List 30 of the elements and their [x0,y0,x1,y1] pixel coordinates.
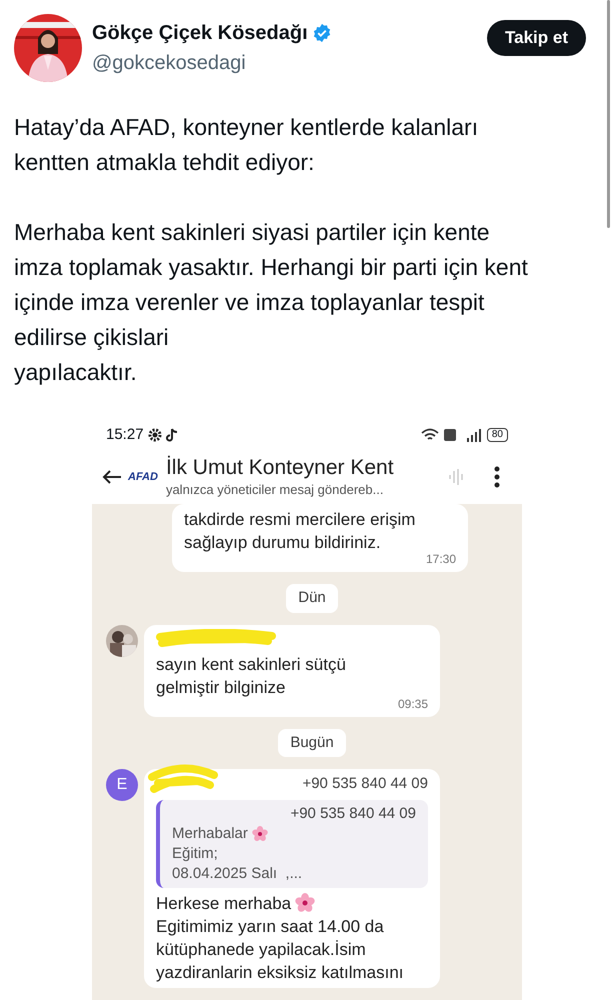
message-time: 17:30 [426,551,456,568]
message-text: sayın kent sakinleri sütçü gelmiştir bilginize [156,654,347,698]
quoted-text: Merhabalar [172,824,248,844]
date-chip: Bugün [278,728,346,757]
sender-phone: +90 535 840 44 09 [302,774,428,794]
message-text: Herkese merhaba [156,892,292,914]
afad-logo: AFAD [128,470,158,485]
back-arrow-icon[interactable] [102,469,122,485]
quoted-phone: +90 535 840 44 09 [290,804,416,824]
settings-icon [148,428,162,442]
more-options-icon[interactable] [494,466,500,488]
quoted-text: Eğitim; [172,844,218,864]
chat-subtitle: yalnızca yöneticiler mesaj göndereb... [166,480,384,499]
battery-indicator: 80 [486,428,508,442]
message-time: 09:35 [398,696,428,712]
message-text: takdirde resmi mercilere erişim sağlayıp durumu bildiriniz. [184,509,416,554]
message-text: Egitimimiz yarın saat 14.00 da kütüphanede yapilacak.İsim yazdiranlarin eksiksiz katılmasını [156,916,404,984]
author-handle: @gokcekosedagi [92,51,247,76]
follow-button[interactable]: Takip et [487,20,586,56]
quoted-text: 08.04.2025 Salı ,... [172,864,302,884]
chat-title: İlk Umut Konteyner Kent [166,454,395,480]
status-time: 15:27 [106,424,144,445]
date-chip: Dün [286,584,338,612]
tweet-text: Hatay’da AFAD, konteyner kentlerde kalanları kentten atmakla tehdit ediyor: [14,113,480,177]
avatar-letter: E [106,769,138,801]
music-note-icon [166,428,178,442]
tweet-text: Merhaba kent sakinleri siyasi partiler için kente imza toplamak yasaktır. Herhangi bir parti için kent içinde imza verenler ve imza toplayanlar tespit edilirse çikislari yapılacaktır. [14,218,529,387]
scrollbar[interactable] [607,0,610,228]
wifi-icon [420,428,439,442]
author-name: Gökçe Çiçek Kösedağı [92,21,308,46]
